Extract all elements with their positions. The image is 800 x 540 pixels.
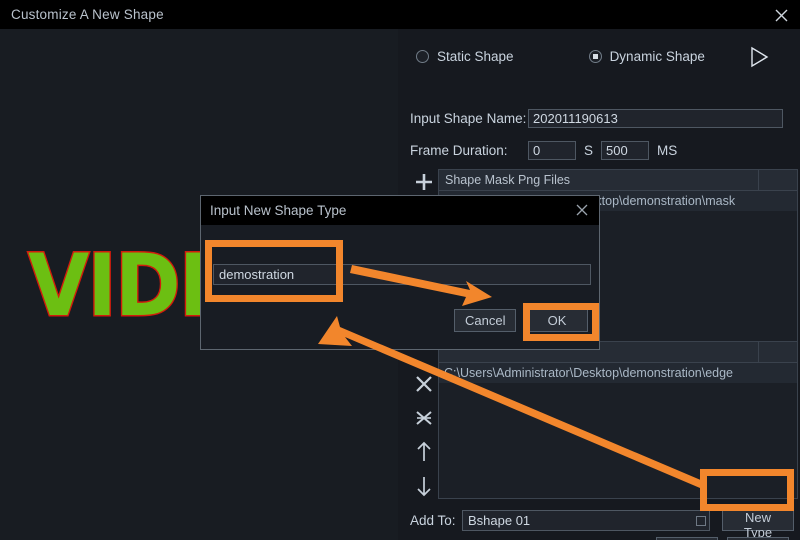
frame-duration-row: Frame Duration: S MS bbox=[410, 141, 800, 160]
list-item[interactable]: C:\Users\Administrator\Desktop\demonstra… bbox=[439, 363, 797, 383]
modal-titlebar: Input New Shape Type bbox=[201, 196, 599, 225]
chevron-down-icon[interactable] bbox=[696, 515, 706, 526]
close-icon[interactable] bbox=[772, 6, 790, 24]
plus-icon[interactable] bbox=[408, 165, 440, 199]
window-title: Customize A New Shape bbox=[11, 7, 164, 22]
clear-all-icon[interactable] bbox=[408, 401, 440, 435]
shape-name-row: Input Shape Name: bbox=[410, 109, 800, 128]
radio-dynamic-dot bbox=[588, 49, 602, 63]
edge-file-list[interactable]: C:\Users\Administrator\Desktop\demonstra… bbox=[438, 341, 798, 499]
mask-list-header-extra bbox=[759, 170, 797, 190]
modal-title: Input New Shape Type bbox=[210, 203, 347, 218]
x-icon[interactable] bbox=[408, 367, 440, 401]
customize-new-shape-window: Customize A New Shape VIDEO Static Shape… bbox=[0, 0, 800, 540]
radio-dynamic-label: Dynamic Shape bbox=[609, 48, 705, 64]
play-triangle-icon[interactable] bbox=[748, 46, 770, 68]
radio-static-dot bbox=[416, 49, 429, 63]
shape-name-input[interactable] bbox=[528, 109, 783, 128]
add-to-value: Bshape 01 bbox=[468, 512, 531, 528]
add-to-label: Add To: bbox=[410, 512, 456, 528]
shape-type-radio-group: Static Shape Dynamic Shape bbox=[408, 43, 800, 69]
arrow-down-icon[interactable] bbox=[408, 469, 440, 503]
edge-list-header-extra bbox=[759, 342, 797, 362]
modal-ok-button[interactable]: OK bbox=[526, 309, 588, 332]
mask-list-header-label: Shape Mask Png Files bbox=[439, 170, 759, 190]
add-to-row: Add To: Bshape 01 New Type bbox=[410, 509, 800, 540]
radio-dynamic-shape[interactable]: Dynamic Shape bbox=[588, 48, 705, 64]
seconds-unit-label: S bbox=[584, 143, 594, 158]
shape-name-label: Input Shape Name: bbox=[410, 111, 527, 126]
window-titlebar: Customize A New Shape bbox=[0, 0, 800, 29]
modal-footer-buttons: Cancel OK bbox=[454, 309, 588, 332]
arrow-up-icon[interactable] bbox=[408, 435, 440, 469]
frame-duration-seconds-input[interactable] bbox=[528, 141, 576, 160]
ms-unit-label: MS bbox=[657, 143, 678, 158]
new-type-button[interactable]: New Type bbox=[722, 509, 794, 540]
radio-static-shape[interactable]: Static Shape bbox=[416, 49, 514, 64]
close-icon[interactable] bbox=[574, 202, 590, 218]
input-new-shape-type-dialog: Input New Shape Type Cancel OK bbox=[200, 195, 600, 350]
modal-cancel-button[interactable]: Cancel bbox=[454, 309, 516, 332]
radio-static-label: Static Shape bbox=[437, 48, 514, 64]
edge-list-toolbar bbox=[406, 367, 442, 503]
frame-duration-ms-input[interactable] bbox=[601, 141, 650, 160]
mask-list-header: Shape Mask Png Files bbox=[439, 170, 797, 191]
frame-duration-label: Frame Duration: bbox=[410, 143, 508, 158]
shape-type-text-input[interactable] bbox=[213, 264, 591, 285]
add-to-combobox[interactable]: Bshape 01 bbox=[462, 509, 710, 531]
